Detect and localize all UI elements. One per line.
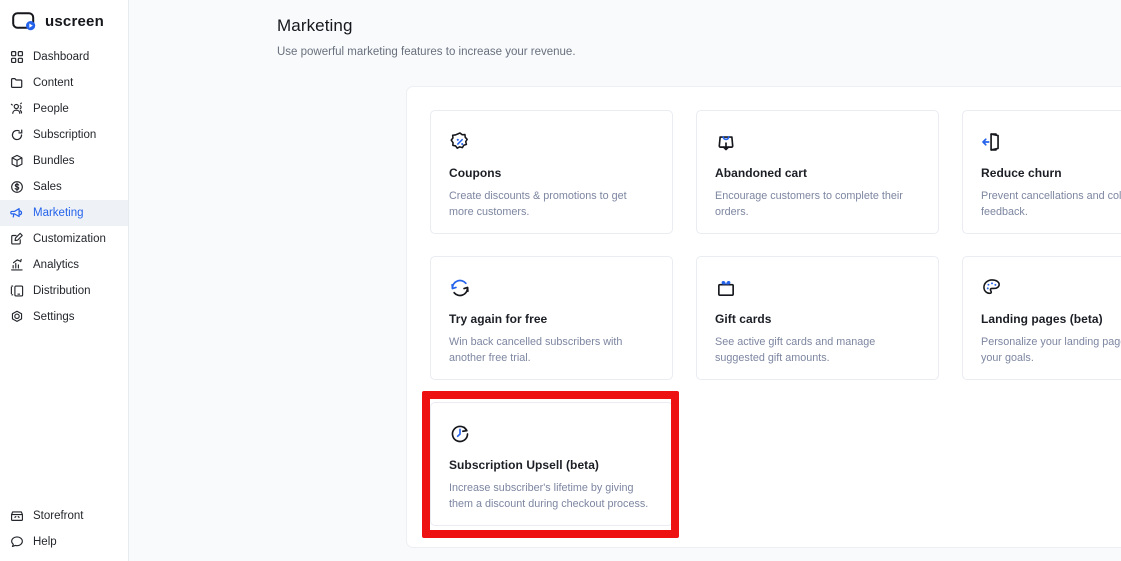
card-title: Landing pages (beta)	[981, 312, 1103, 326]
feature-card-reduce-churn[interactable]: Reduce churn Prevent cancellations and c…	[962, 110, 1121, 234]
card-description: Create discounts & promotions to get mor…	[449, 190, 627, 219]
page-subtitle: Use powerful marketing features to incre…	[277, 46, 576, 58]
sidebar-item-label: Subscription	[33, 129, 97, 141]
sidebar-item-storefront[interactable]: Storefront	[0, 503, 128, 529]
card-title: Subscription Upsell (beta)	[449, 458, 599, 472]
sidebar-item-sales[interactable]: Sales	[0, 174, 128, 200]
feature-card-gift-cards[interactable]: Gift cards See active gift cards and man…	[696, 256, 939, 380]
feature-card-grid: Coupons Create discounts & promotions to…	[407, 87, 1121, 549]
sidebar-item-label: People	[33, 103, 69, 115]
discount-badge-icon	[449, 131, 471, 153]
card-description: Win back cancelled subscribers with anot…	[449, 336, 623, 365]
sidebar-item-label: Marketing	[33, 207, 84, 219]
card-title: Abandoned cart	[715, 166, 808, 180]
app-logo[interactable]: uscreen	[0, 0, 128, 34]
sidebar-item-label: Content	[33, 77, 74, 89]
sidebar-item-label: Sales	[33, 181, 62, 193]
chat-bubble-icon	[10, 535, 24, 549]
page-title: Marketing	[277, 16, 353, 35]
feature-card-coupons[interactable]: Coupons Create discounts & promotions to…	[430, 110, 673, 234]
sidebar-nav: Dashboard Content People Subscription Bu…	[0, 44, 128, 330]
sidebar-item-label: Dashboard	[33, 51, 90, 63]
sidebar-item-label: Analytics	[33, 259, 80, 271]
sidebar: uscreen Dashboard Content People Subscri…	[0, 0, 129, 561]
grid-icon	[10, 50, 24, 64]
sidebar-item-customization[interactable]: Customization	[0, 226, 128, 252]
card-description: See active gift cards and manage suggest…	[715, 336, 876, 365]
sidebar-item-label: Customization	[33, 233, 106, 245]
gift-box-icon	[715, 277, 737, 299]
app-root: uscreen Dashboard Content People Subscri…	[0, 0, 1121, 561]
brand-name: uscreen	[45, 13, 104, 30]
feature-card-landing-pages[interactable]: Landing pages (beta) Personalize your la…	[962, 256, 1121, 380]
card-title: Gift cards	[715, 312, 772, 326]
sidebar-item-analytics[interactable]: Analytics	[0, 252, 128, 278]
gear-icon	[10, 310, 24, 324]
marketing-panel: Coupons Create discounts & promotions to…	[406, 86, 1121, 548]
card-description: Encourage customers to complete their or…	[715, 190, 903, 219]
sidebar-item-distribution[interactable]: Distribution	[0, 278, 128, 304]
chart-up-icon	[10, 258, 24, 272]
card-description: Prevent cancellations and collect user f…	[981, 190, 1121, 219]
sidebar-item-label: Distribution	[33, 285, 91, 297]
uscreen-play-logo-icon	[12, 12, 38, 31]
sidebar-bottom-nav: Storefront Help	[0, 503, 128, 561]
card-title: Try again for free	[449, 312, 548, 326]
card-title: Reduce churn	[981, 166, 1062, 180]
exit-door-icon	[981, 131, 1003, 153]
sidebar-item-label: Settings	[33, 311, 75, 323]
feature-card-subscription-upsell[interactable]: Subscription Upsell (beta) Increase subs…	[430, 402, 673, 526]
devices-icon	[10, 284, 24, 298]
box-icon	[10, 154, 24, 168]
dollar-circle-icon	[10, 180, 24, 194]
storefront-icon	[10, 509, 24, 523]
palette-icon	[981, 277, 1003, 299]
feature-card-try-again-for-free[interactable]: Try again for free Win back cancelled su…	[430, 256, 673, 380]
main-content: Marketing Use powerful marketing feature…	[129, 0, 1121, 561]
sidebar-item-marketing[interactable]: Marketing	[0, 200, 128, 226]
card-description: Personalize your landing pages for any o…	[981, 336, 1121, 365]
refresh-icon	[10, 128, 24, 142]
sidebar-item-subscription[interactable]: Subscription	[0, 122, 128, 148]
sidebar-item-help[interactable]: Help	[0, 529, 128, 555]
card-title: Coupons	[449, 166, 502, 180]
sidebar-item-label: Bundles	[33, 155, 75, 167]
card-description: Increase subscriber's lifetime by giving…	[449, 482, 649, 511]
folder-icon	[10, 76, 24, 90]
shopping-bag-arrow-icon	[715, 131, 737, 153]
feature-card-abandoned-cart[interactable]: Abandoned cart Encourage customers to co…	[696, 110, 939, 234]
clock-timer-icon	[449, 423, 471, 445]
rotate-arrows-icon	[449, 277, 471, 299]
sidebar-item-content[interactable]: Content	[0, 70, 128, 96]
page-header: Marketing Use powerful marketing feature…	[129, 0, 1121, 58]
sidebar-item-people[interactable]: People	[0, 96, 128, 122]
sidebar-item-label: Storefront	[33, 510, 84, 522]
sidebar-item-settings[interactable]: Settings	[0, 304, 128, 330]
sidebar-item-label: Help	[33, 536, 57, 548]
sidebar-item-dashboard[interactable]: Dashboard	[0, 44, 128, 70]
pencil-square-icon	[10, 232, 24, 246]
megaphone-icon	[10, 206, 24, 220]
people-icon	[10, 102, 24, 116]
sidebar-item-bundles[interactable]: Bundles	[0, 148, 128, 174]
